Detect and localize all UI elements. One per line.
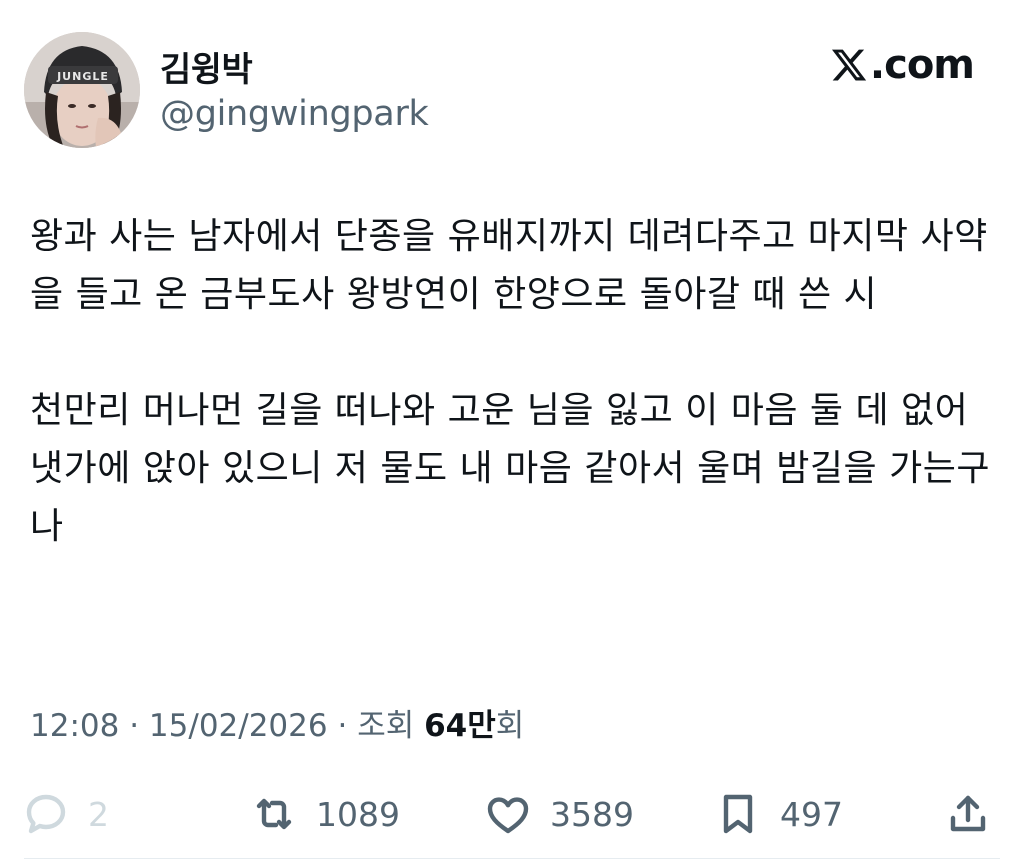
brand-label: .com (869, 42, 975, 88)
like-button[interactable]: 3589 (484, 784, 634, 844)
author-display-name[interactable]: 김윙박 (160, 42, 253, 91)
retweet-count: 1089 (316, 794, 400, 834)
svg-text:JUNGLE: JUNGLE (56, 70, 109, 83)
x-logo-icon (831, 49, 867, 81)
views-suffix: 회 (495, 708, 525, 744)
like-count: 3589 (550, 794, 634, 834)
views-prefix: 조회 (357, 708, 415, 744)
retweet-button[interactable]: 1089 (250, 784, 400, 844)
bookmark-button[interactable]: 497 (714, 784, 843, 844)
avatar-photo: JUNGLE (24, 32, 140, 148)
meta-separator: · (129, 708, 149, 744)
tweet-meta: 12:08 · 15/02/2026 · 조회 64만회 (30, 700, 524, 745)
share-button[interactable] (944, 784, 992, 844)
brand-watermark: .com (830, 42, 975, 88)
tweet-paragraph: 왕과 사는 남자에서 단종을 유배지까지 데려다주고 마지막 사약을 들고 온 … (30, 216, 988, 315)
tweet-date[interactable]: 15/02/2026 (149, 708, 328, 744)
heart-icon (487, 797, 529, 834)
bookmark-icon (723, 794, 753, 834)
author-handle[interactable]: @gingwingpark (160, 94, 429, 134)
retweet-icon (256, 798, 292, 830)
bookmark-count: 497 (780, 794, 843, 834)
action-bar: 2 1089 3589 497 (0, 784, 1024, 844)
reply-icon (26, 794, 66, 834)
reply-button[interactable]: 2 (22, 784, 109, 844)
views-count: 64만 (424, 708, 496, 744)
meta-separator: · (337, 708, 358, 744)
divider (24, 858, 1000, 859)
tweet-paragraph: 천만리 머나먼 길을 떠나와 고운 님을 잃고 이 마음 둘 데 없어 냇가에 … (30, 390, 990, 547)
avatar[interactable]: JUNGLE (24, 32, 140, 148)
tweet-time[interactable]: 12:08 (30, 708, 119, 744)
share-icon (950, 795, 986, 832)
tweet-text: 왕과 사는 남자에서 단종을 유배지까지 데려다주고 마지막 사약을 들고 온 … (30, 208, 998, 556)
reply-count: 2 (88, 794, 109, 834)
